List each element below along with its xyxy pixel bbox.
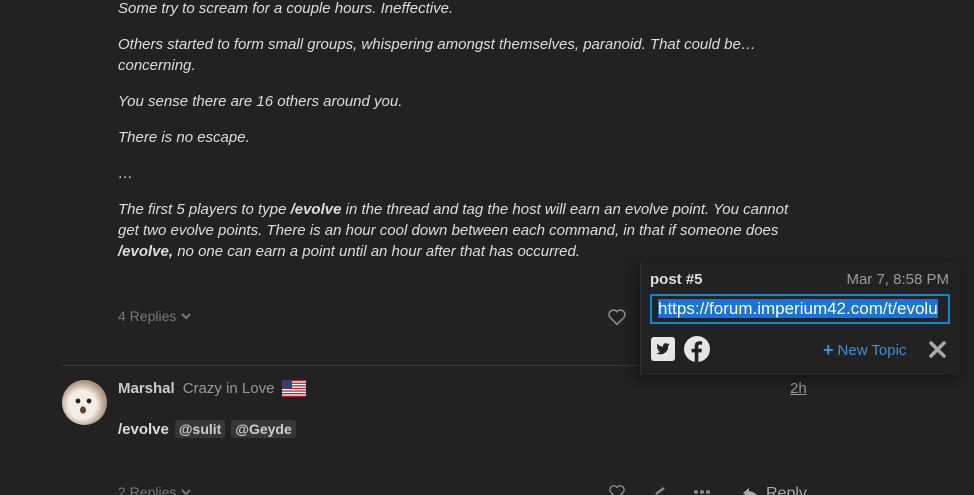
post-body: Some try to scream for a couple hours. I… <box>118 0 798 277</box>
mention-sulit[interactable]: @sulit <box>174 420 226 438</box>
post-meta: Marshal Crazy in Love <box>118 380 307 397</box>
reply-button[interactable]: Reply <box>742 485 807 495</box>
evolve-command: /evolve <box>118 420 169 438</box>
reply-icon <box>743 488 757 495</box>
new-topic-button[interactable]: + New Topic <box>823 340 907 360</box>
username[interactable]: Marshal <box>118 380 175 397</box>
close-icon[interactable] <box>928 340 947 359</box>
heart-icon[interactable] <box>607 308 627 326</box>
post-paragraph: You sense there are 16 others around you… <box>118 93 403 110</box>
avatar[interactable] <box>62 380 107 425</box>
post-ellipsis: … <box>118 165 133 182</box>
us-flag-icon <box>282 380 307 397</box>
post-rules: The first 5 players to type /evolve in t… <box>118 199 798 262</box>
chevron-down-icon <box>181 489 192 495</box>
share-link-text: https://forum.imperium42.com/t/evolu <box>658 299 938 318</box>
replies-label: 2 Replies <box>118 484 177 495</box>
facebook-icon[interactable] <box>684 336 710 362</box>
twitter-icon[interactable] <box>651 337 675 361</box>
more-icon[interactable] <box>692 484 712 495</box>
share-link-input[interactable]: https://forum.imperium42.com/t/evolu <box>650 294 950 324</box>
chevron-down-icon <box>181 313 192 320</box>
share-title: post #5 <box>650 271 703 288</box>
reply-content: /evolve @sulit @Geyde <box>118 420 296 438</box>
replies-toggle[interactable]: 2 Replies <box>118 484 192 495</box>
rules-command: /evolve <box>290 201 342 218</box>
post-paragraph: There is no escape. <box>118 129 250 146</box>
post-paragraph: Others started to form small groups, whi… <box>118 36 756 74</box>
plus-icon: + <box>823 340 834 360</box>
share-date: Mar 7, 8:58 PM <box>846 271 949 288</box>
rules-command: /evolve, <box>118 243 174 260</box>
heart-icon[interactable] <box>607 484 627 495</box>
user-title: Crazy in Love <box>182 380 275 397</box>
rules-text: The first 5 players to type <box>118 201 291 218</box>
avatar-image <box>75 398 92 414</box>
post-actions: 2 Replies Reply <box>0 482 974 495</box>
link-icon[interactable] <box>650 484 670 495</box>
new-topic-label: New Topic <box>837 342 907 359</box>
post-paragraph: Some try to scream for a couple hours. I… <box>118 0 454 17</box>
mention-geyde[interactable]: @Geyde <box>231 420 296 438</box>
share-popup: post #5 Mar 7, 8:58 PM https://forum.imp… <box>640 263 960 375</box>
post-time[interactable]: 2h <box>790 380 807 397</box>
replies-label: 4 Replies <box>118 308 177 324</box>
rules-text: no one can earn a point until an hour af… <box>173 243 580 260</box>
reply-label: Reply <box>766 485 807 495</box>
replies-toggle[interactable]: 4 Replies <box>118 308 192 324</box>
